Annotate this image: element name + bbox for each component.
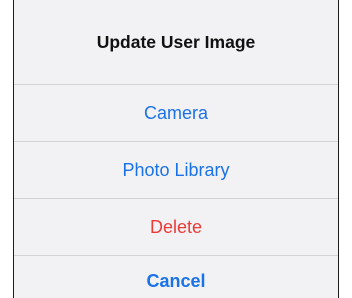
delete-button[interactable]: Delete <box>14 199 338 255</box>
action-sheet: Update User Image Camera Photo Library D… <box>13 0 339 298</box>
camera-button[interactable]: Camera <box>14 85 338 141</box>
photo-library-button[interactable]: Photo Library <box>14 142 338 198</box>
screenshot-frame: Update User Image Camera Photo Library D… <box>0 0 352 298</box>
cancel-button[interactable]: Cancel <box>14 256 338 298</box>
sheet-title: Update User Image <box>96 31 256 52</box>
